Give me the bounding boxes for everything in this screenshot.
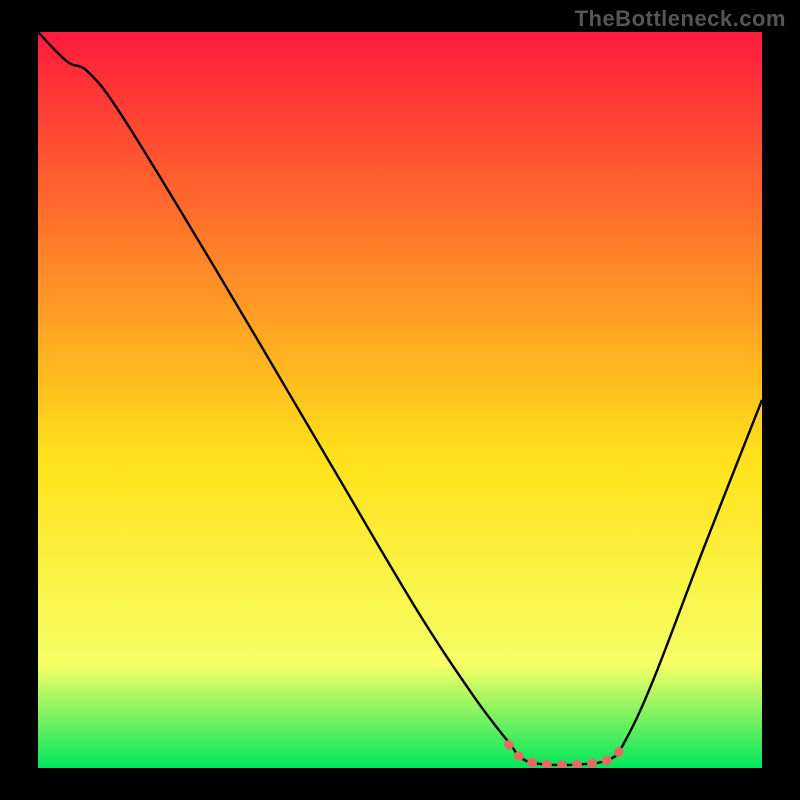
plot-area (38, 32, 762, 768)
gradient-background (38, 32, 762, 768)
chart-svg (38, 32, 762, 768)
chart-container: TheBottleneck.com (0, 0, 800, 800)
watermark-text: TheBottleneck.com (575, 6, 786, 32)
